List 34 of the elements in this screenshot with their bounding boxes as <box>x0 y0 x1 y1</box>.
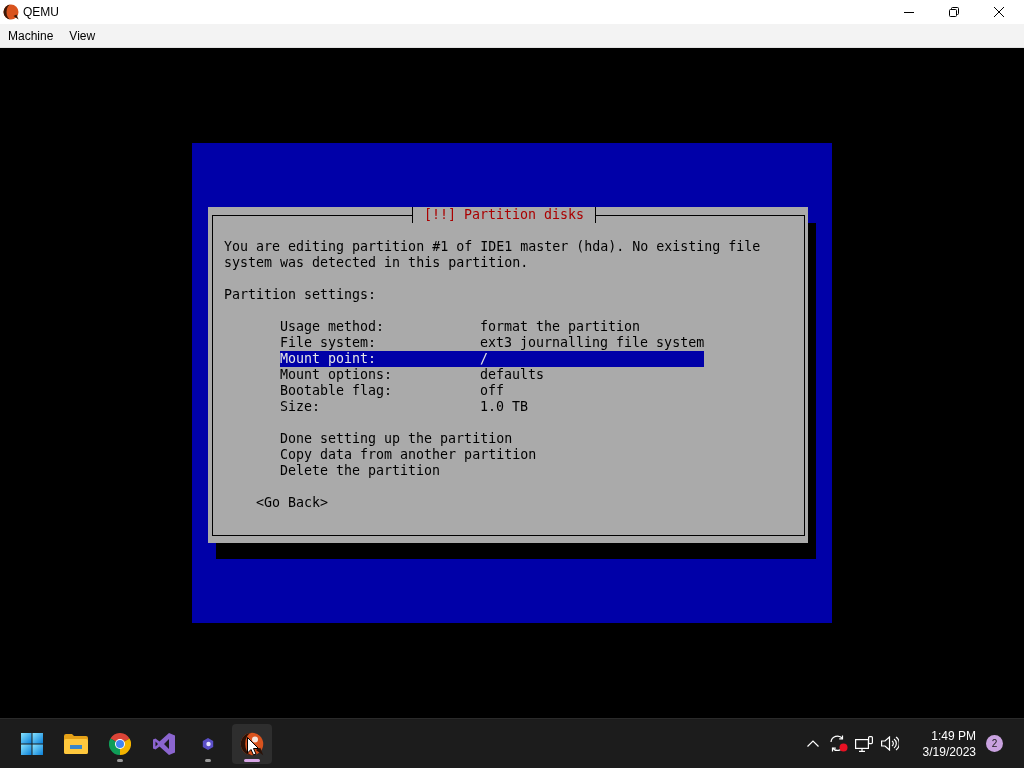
menu-item[interactable]: View <box>61 24 104 47</box>
setting-row[interactable]: Size: 1.0 TB <box>280 399 704 415</box>
ribbon-logo-icon <box>153 732 175 755</box>
minimize-icon <box>903 11 914 13</box>
close-icon <box>993 7 1004 17</box>
volume-icon[interactable] <box>880 736 899 751</box>
setting-row[interactable]: Bootable flag: off <box>280 383 704 399</box>
clock-time[interactable]: 1:49 PM <box>931 727 976 744</box>
setting-row[interactable]: File system: ext3 journalling file system <box>280 335 704 351</box>
action-item[interactable]: Delete the partition <box>280 463 704 479</box>
taskbar-button[interactable] <box>232 723 272 764</box>
notification-badge[interactable]: 2 <box>986 735 1003 752</box>
menu-item[interactable]: Machine <box>0 24 62 47</box>
window-title: QEMU <box>23 4 59 21</box>
cursor-icon <box>247 737 260 756</box>
diamond-icon <box>202 737 214 750</box>
dialog-message: You are editing partition #1 of IDE1 master (hda). No existing file system was detected in this partition. <box>224 239 762 271</box>
app-logo-icon <box>3 4 19 20</box>
section-heading: Partition settings: <box>224 287 377 303</box>
action-item[interactable]: Done setting up the partition <box>280 431 704 447</box>
setting-row[interactable]: Mount point: / <box>280 351 704 367</box>
setting-row[interactable]: Usage method: format the partition <box>280 319 704 335</box>
dialog-title: [!!] Partition disks <box>412 207 597 223</box>
clock-date[interactable]: 3/19/2023 <box>922 743 976 760</box>
start-icon <box>21 732 43 755</box>
go-back-button[interactable]: <Go Back> <box>256 495 329 511</box>
action-item[interactable]: Copy data from another partition <box>280 447 704 463</box>
network-icon[interactable] <box>854 735 873 752</box>
folder-icon <box>64 733 88 754</box>
setting-row[interactable]: Mount options: defaults <box>280 367 704 383</box>
sync-icon[interactable] <box>828 735 848 752</box>
browser-icon <box>109 732 131 755</box>
chevron-up-icon[interactable] <box>806 740 819 747</box>
restore-icon <box>948 7 959 17</box>
